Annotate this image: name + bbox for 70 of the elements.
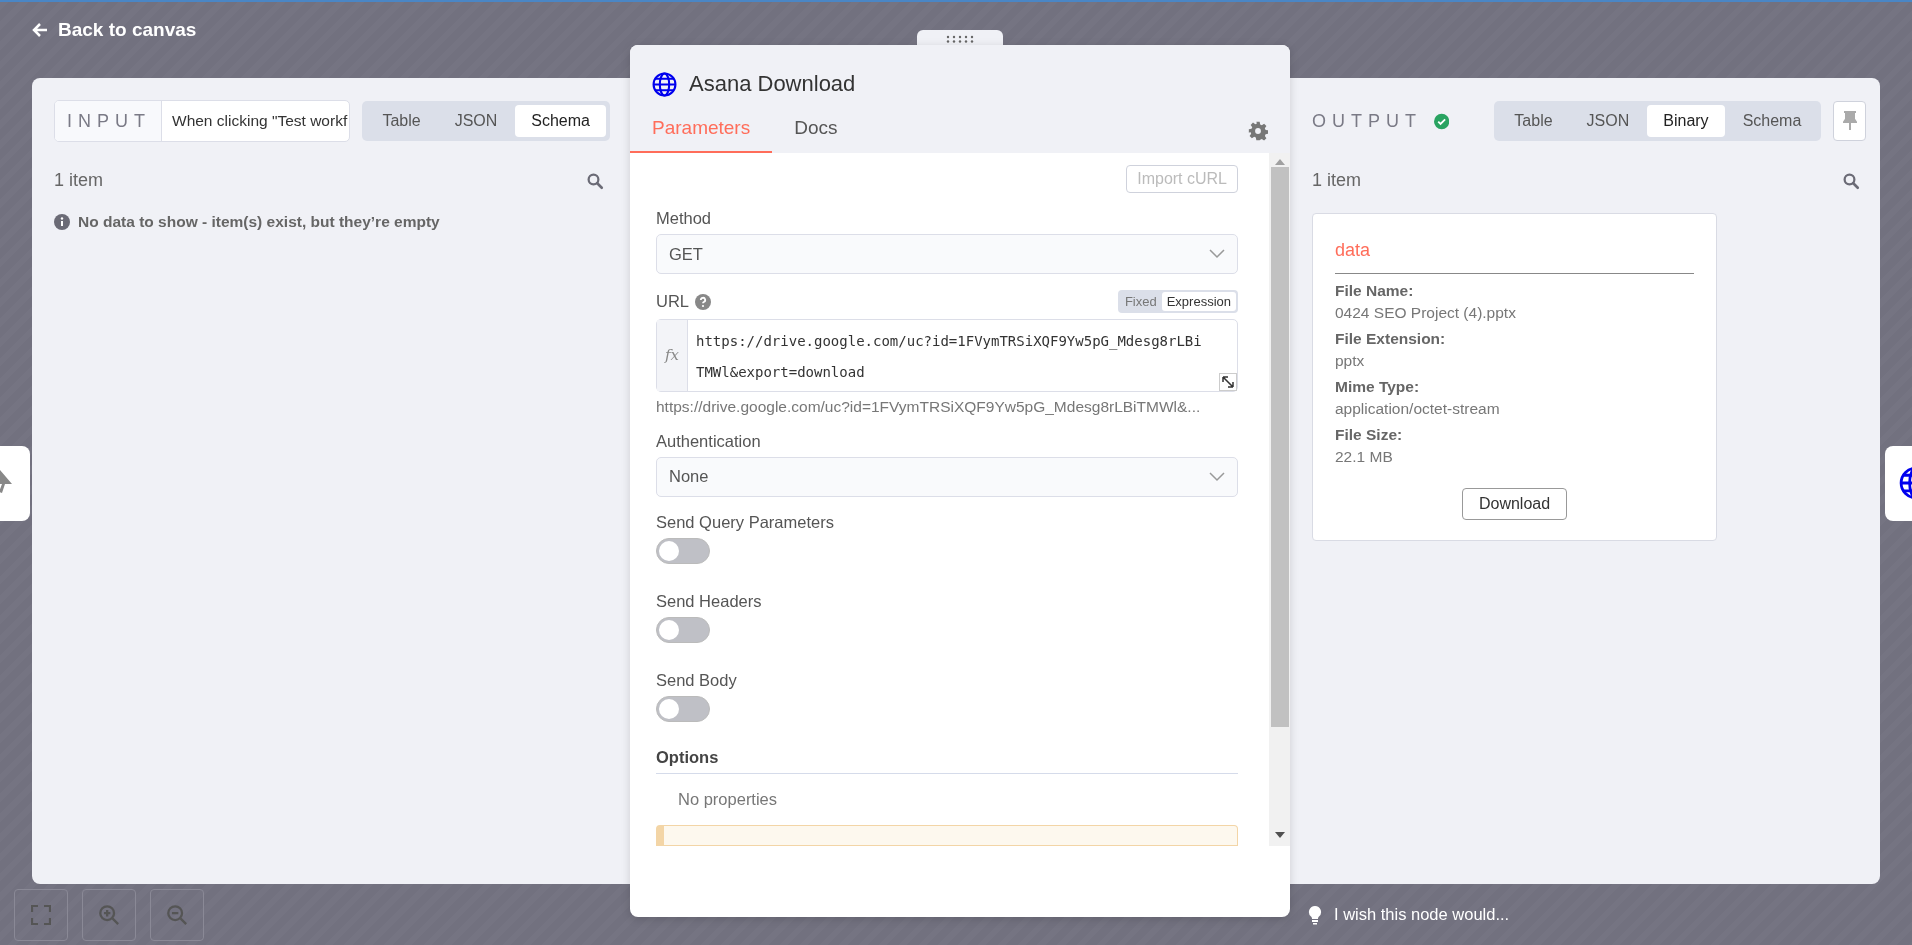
field-label: Method bbox=[656, 209, 713, 228]
drag-dots-icon bbox=[945, 35, 975, 43]
dropdown-field[interactable]: GET bbox=[656, 234, 1238, 275]
binary-title: data bbox=[1335, 240, 1694, 274]
globe-icon bbox=[652, 71, 677, 97]
dropdown-field[interactable]: None bbox=[656, 456, 1238, 497]
property-label: Mime Type: bbox=[1335, 378, 1421, 396]
expand-icon[interactable] bbox=[1219, 372, 1237, 391]
pin-icon bbox=[1842, 111, 1857, 131]
scroll-down-icon[interactable] bbox=[1274, 832, 1285, 838]
field-label: Send Headers bbox=[656, 591, 763, 611]
item-count: 1 item bbox=[1312, 170, 1362, 191]
arrow-left-icon bbox=[32, 22, 48, 38]
fit-view-button[interactable] bbox=[14, 888, 68, 941]
property-value: 22.1 MB bbox=[1335, 448, 1394, 466]
field-label: URL bbox=[656, 292, 689, 312]
fullscreen-icon bbox=[31, 904, 51, 925]
zoom-in-button[interactable] bbox=[82, 888, 136, 941]
view-tab[interactable]: JSON bbox=[438, 105, 514, 137]
empty-message: No data to show - item(s) exist, but they’re empty bbox=[78, 213, 440, 231]
toggle-switch[interactable] bbox=[656, 616, 710, 643]
zoom-in-icon bbox=[98, 903, 120, 926]
toggle-switch[interactable] bbox=[656, 695, 710, 722]
download-button[interactable]: Download bbox=[1461, 488, 1568, 520]
view-tab[interactable]: Binary bbox=[1647, 105, 1725, 137]
output-node-tab[interactable] bbox=[1885, 446, 1912, 521]
chevron-down-icon bbox=[1209, 249, 1225, 260]
back-link[interactable]: Back to canvas bbox=[32, 19, 197, 41]
field-label: Send Body bbox=[656, 670, 738, 690]
pin-button[interactable] bbox=[1833, 101, 1866, 141]
scrollbar[interactable] bbox=[1269, 153, 1290, 846]
node-title: Asana Download bbox=[689, 71, 856, 97]
panel-tab[interactable]: Docs bbox=[772, 111, 860, 153]
lightbulb-icon bbox=[1308, 904, 1322, 925]
url-preview: https://drive.google.com/uc?id=1FVymTRSiXQF9Yw5pG_Mdesg8rLBiTMWl&... bbox=[656, 397, 1202, 416]
input-source-field[interactable]: INPUT When clicking "Test workf bbox=[54, 100, 351, 142]
settings-icon[interactable] bbox=[1248, 121, 1268, 141]
mode-option[interactable]: Expression bbox=[1161, 292, 1236, 312]
view-tab[interactable]: Table bbox=[366, 105, 437, 137]
property-label: File Extension: bbox=[1335, 330, 1447, 348]
info-icon bbox=[54, 214, 70, 230]
expression-field[interactable]: fx https://drive.google.com/uc?id=1FVymTRSiXQF9Yw5pG_Mdesg8rLBiTMWl&export=download bbox=[656, 319, 1238, 392]
drag-handle[interactable] bbox=[917, 30, 1003, 45]
zoom-out-icon bbox=[166, 903, 188, 926]
feedback-link[interactable]: I wish this node would... bbox=[1334, 905, 1510, 924]
toggle-switch[interactable] bbox=[656, 537, 710, 564]
property-label: File Name: bbox=[1335, 282, 1415, 300]
mode-option[interactable]: Fixed bbox=[1119, 292, 1162, 312]
search-icon[interactable] bbox=[1842, 171, 1860, 190]
scroll-up-icon[interactable] bbox=[1274, 159, 1285, 165]
empty-options-text: No properties bbox=[677, 788, 779, 810]
output-label: OUTPUT bbox=[1312, 110, 1422, 132]
view-tab[interactable]: Schema bbox=[1726, 105, 1818, 137]
field-label: Authentication bbox=[656, 431, 762, 451]
chevron-down-icon bbox=[1209, 471, 1225, 482]
input-node-tab[interactable] bbox=[0, 446, 30, 521]
property-value: application/octet-stream bbox=[1335, 400, 1501, 418]
check-circle-icon bbox=[1434, 111, 1450, 131]
view-tab[interactable]: Schema bbox=[515, 105, 606, 137]
options-heading: Options bbox=[656, 747, 1238, 774]
item-count: 1 item bbox=[54, 170, 104, 191]
view-tab[interactable]: Table bbox=[1498, 105, 1569, 137]
property-value: 0424 SEO Project (4).pptx bbox=[1335, 304, 1517, 322]
field-label: Send Query Parameters bbox=[656, 512, 835, 532]
view-tab[interactable]: JSON bbox=[1570, 105, 1646, 137]
property-value: pptx bbox=[1335, 352, 1366, 370]
help-icon[interactable] bbox=[695, 293, 711, 310]
search-icon[interactable] bbox=[586, 171, 604, 190]
property-label: File Size: bbox=[1335, 426, 1404, 444]
zoom-out-button[interactable] bbox=[150, 888, 204, 941]
